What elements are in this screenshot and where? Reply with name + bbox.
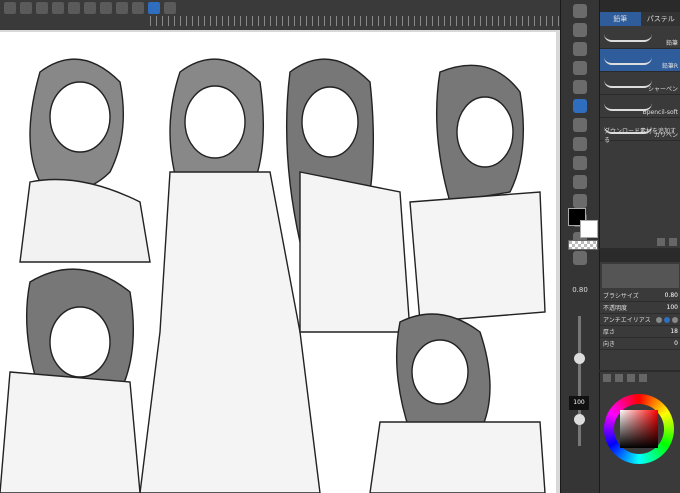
transform-icon[interactable] <box>132 2 144 14</box>
pen-mode-icon[interactable] <box>148 2 160 14</box>
sub-color-swatch[interactable] <box>580 220 598 238</box>
brush-item[interactable]: Bpencil-soft <box>600 95 680 118</box>
brush-item[interactable]: シャーペン <box>600 72 680 95</box>
tab-pencil[interactable]: 鉛筆 <box>600 12 641 26</box>
saturation-value-square[interactable] <box>620 410 658 448</box>
subtool-panel: 鉛筆 パステル 鉛筆 鉛筆R シャーペン Bpencil-soft カリペン ダ… <box>599 0 680 248</box>
brush-tool-icon[interactable] <box>573 137 587 151</box>
undo-icon[interactable] <box>52 2 64 14</box>
brush-size-value: 0.80 <box>572 286 588 294</box>
prop-brush-size[interactable]: ブラシサイズ 0.80 <box>600 290 680 302</box>
gradient-tool-icon[interactable] <box>573 194 587 208</box>
lasso-tool-icon[interactable] <box>573 61 587 75</box>
command-bar <box>0 2 176 16</box>
fill-tool-icon[interactable] <box>573 175 587 189</box>
prop-thickness[interactable]: 厚さ 18 <box>600 326 680 338</box>
balloon-tool-icon[interactable] <box>573 251 587 265</box>
brush-item[interactable]: 鉛筆R <box>600 49 680 72</box>
pencil-tool-icon[interactable] <box>573 118 587 132</box>
ruler <box>150 16 560 26</box>
color-slider-icon[interactable] <box>615 374 623 382</box>
prop-direction[interactable]: 向き 0 <box>600 338 680 350</box>
panel-title-bar <box>600 250 680 262</box>
prop-antialias[interactable]: アンチエイリアス <box>600 314 680 326</box>
canvas-area[interactable] <box>0 30 560 493</box>
brush-preview <box>602 264 679 288</box>
eraser-tool-icon[interactable] <box>573 156 587 170</box>
top-toolbar <box>0 0 560 31</box>
delete-icon[interactable] <box>669 238 677 246</box>
color-history-icon[interactable] <box>639 374 647 382</box>
duplicate-icon[interactable] <box>657 238 665 246</box>
brush-item[interactable]: 鉛筆 <box>600 26 680 49</box>
color-set-icon[interactable] <box>627 374 635 382</box>
tab-pastel[interactable]: パステル <box>640 12 680 26</box>
opacity-value: 100 <box>569 396 589 410</box>
tool-property-panel: ブラシサイズ 0.80 不透明度 100 アンチエイリアス 厚さ 18 向き 0 <box>599 250 680 370</box>
save-icon[interactable] <box>36 2 48 14</box>
download-materials-link[interactable]: ダウンロード素材を追加する <box>604 126 680 144</box>
select-tool-icon[interactable] <box>573 42 587 56</box>
panel-title-bar <box>600 0 680 12</box>
brush-size-strip: 0.80 100 <box>565 286 595 456</box>
drawing-canvas[interactable] <box>0 32 556 493</box>
opacity-knob[interactable] <box>574 414 585 425</box>
transparent-color-swatch[interactable] <box>568 240 598 250</box>
copy-icon[interactable] <box>100 2 112 14</box>
prop-opacity[interactable]: 不透明度 100 <box>600 302 680 314</box>
sketch-artwork <box>0 58 546 493</box>
new-file-icon[interactable] <box>4 2 16 14</box>
eyedropper-tool-icon[interactable] <box>573 80 587 94</box>
color-wheel-icon[interactable] <box>603 374 611 382</box>
open-icon[interactable] <box>20 2 32 14</box>
brush-size-slider[interactable] <box>578 316 581 446</box>
redo-icon[interactable] <box>68 2 80 14</box>
zoom-icon[interactable] <box>164 2 176 14</box>
color-panel <box>599 372 680 493</box>
cut-icon[interactable] <box>84 2 96 14</box>
move-tool-icon[interactable] <box>573 23 587 37</box>
zoom-tool-icon[interactable] <box>573 4 587 18</box>
pen-tool-icon[interactable] <box>573 99 587 113</box>
paste-icon[interactable] <box>116 2 128 14</box>
brush-size-knob[interactable] <box>574 353 585 364</box>
